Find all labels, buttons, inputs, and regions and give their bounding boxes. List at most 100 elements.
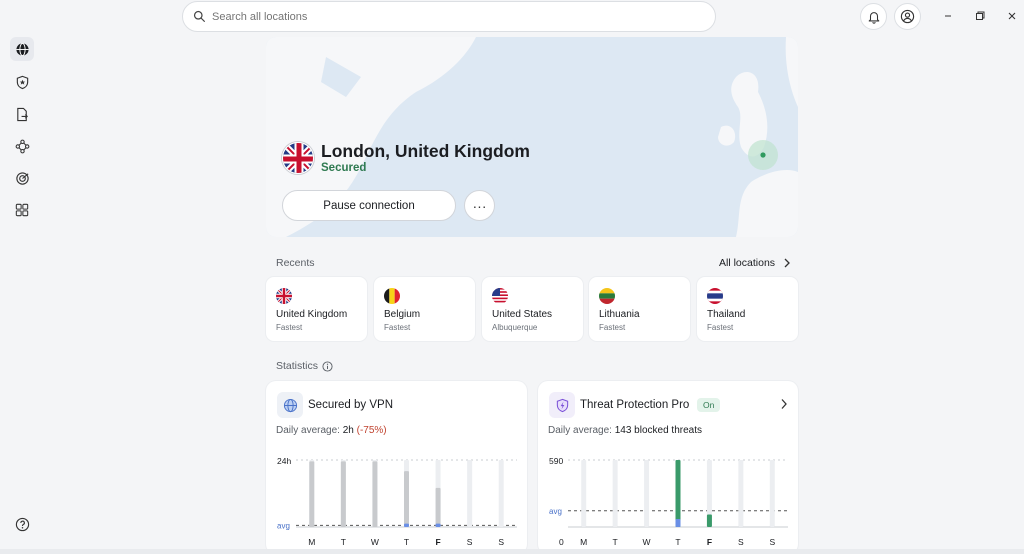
chart-avg-label: avg bbox=[277, 521, 290, 530]
bell-icon bbox=[868, 11, 879, 24]
chart-xtick-label: F bbox=[707, 537, 712, 547]
apps-grid-icon bbox=[15, 203, 29, 217]
chart-bar bbox=[467, 460, 473, 527]
minimize-button[interactable] bbox=[937, 6, 959, 26]
vpn-stats-card[interactable]: Secured by VPN Daily average: 2h (-75%) … bbox=[266, 381, 527, 554]
sidebar-item-dark-web-monitor[interactable] bbox=[10, 166, 34, 190]
chart-bar bbox=[404, 471, 409, 527]
threat-protection-card[interactable]: Threat Protection Pro On Daily average: … bbox=[538, 381, 798, 554]
chart-xtick-label: T bbox=[341, 537, 346, 547]
restore-icon bbox=[976, 11, 985, 20]
sidebar-item-threat-protection[interactable] bbox=[10, 70, 34, 94]
recent-location-server: Fastest bbox=[599, 323, 626, 332]
statistics-heading: Statistics bbox=[276, 360, 333, 372]
all-locations-link[interactable]: All locations bbox=[719, 257, 791, 269]
chart-xtick-label: S bbox=[769, 537, 775, 547]
search-bar[interactable] bbox=[182, 1, 716, 32]
recent-location-name: United Kingdom bbox=[276, 309, 348, 320]
notifications-button[interactable] bbox=[860, 3, 887, 30]
sidebar-item-locations[interactable] bbox=[10, 37, 34, 61]
sidebar-item-meshnet[interactable] bbox=[10, 134, 34, 158]
sidebar-item-apps[interactable] bbox=[10, 198, 34, 222]
help-button[interactable] bbox=[10, 512, 34, 536]
connected-location-title: London, United Kingdom bbox=[321, 141, 530, 161]
chart-bar bbox=[706, 514, 712, 527]
recent-location-name: Lithuania bbox=[599, 309, 640, 320]
chart-xtick-label: W bbox=[643, 537, 651, 547]
pause-connection-button[interactable]: Pause connection bbox=[282, 190, 456, 221]
meshnet-icon bbox=[15, 139, 29, 153]
usa-flag-icon bbox=[492, 288, 508, 304]
target-icon bbox=[15, 171, 29, 185]
file-transfer-icon bbox=[16, 107, 28, 121]
chart-bar bbox=[309, 461, 315, 527]
recent-location-name: United States bbox=[492, 309, 553, 320]
location-marker[interactable] bbox=[760, 152, 766, 158]
uk-flag-icon bbox=[276, 288, 292, 304]
recent-location-name: Thailand bbox=[707, 309, 746, 320]
chart-xtick-label: S bbox=[498, 537, 504, 547]
recent-location-card[interactable]: United States Albuquerque bbox=[482, 277, 583, 341]
chevron-right-icon bbox=[784, 258, 790, 268]
belgium-flag-icon bbox=[384, 288, 400, 304]
all-locations-label: All locations bbox=[719, 257, 776, 269]
threat-blocked-chart: 590 avg 0 M T W T F S S bbox=[549, 456, 788, 547]
recent-location-card[interactable]: Lithuania Fastest bbox=[589, 277, 690, 341]
chart-bar bbox=[372, 461, 378, 527]
recent-location-card[interactable]: United Kingdom Fastest bbox=[266, 277, 367, 341]
chart-ytick-top: 24h bbox=[277, 456, 291, 466]
chart-bar bbox=[498, 460, 504, 527]
chart-ytick-top: 590 bbox=[549, 456, 563, 466]
chart-bar bbox=[675, 460, 681, 527]
account-button[interactable] bbox=[894, 3, 921, 30]
chart-bar bbox=[769, 460, 775, 527]
chart-xtick-label: S bbox=[467, 537, 473, 547]
chart-xtick-label: M bbox=[580, 537, 587, 547]
chart-xtick-label: T bbox=[675, 537, 680, 547]
chart-xtick-label: S bbox=[738, 537, 744, 547]
globe-icon bbox=[15, 42, 29, 56]
uk-flag-icon bbox=[282, 142, 314, 174]
recent-location-server: Fastest bbox=[707, 323, 734, 332]
info-icon[interactable] bbox=[322, 360, 333, 372]
chart-xtick-label: T bbox=[613, 537, 618, 547]
minimize-icon bbox=[945, 15, 951, 17]
chart-bar bbox=[675, 519, 681, 527]
thailand-flag-icon bbox=[707, 288, 723, 304]
chart-bar bbox=[644, 460, 650, 527]
vpn-usage-chart: 24h avg M T W T F S S bbox=[277, 456, 517, 547]
chart-bar bbox=[435, 487, 441, 527]
recents-heading: Recents bbox=[276, 257, 315, 269]
recent-location-name: Belgium bbox=[384, 309, 421, 320]
restore-button[interactable] bbox=[969, 6, 991, 26]
taskbar-edge bbox=[0, 549, 1024, 554]
more-options-icon: ··· bbox=[472, 197, 487, 214]
more-options-button[interactable]: ··· bbox=[464, 190, 495, 221]
help-icon bbox=[15, 517, 29, 531]
chart-xtick-label: T bbox=[404, 537, 409, 547]
recent-location-card[interactable]: Belgium Fastest bbox=[374, 277, 475, 341]
shield-icon bbox=[16, 75, 28, 89]
chart-bar bbox=[404, 523, 409, 527]
chart-xtick-label: M bbox=[308, 537, 315, 547]
chart-ytick-bottom: 0 bbox=[559, 537, 564, 547]
close-button[interactable] bbox=[1001, 6, 1023, 26]
chart-bar bbox=[612, 460, 618, 527]
chart-bar bbox=[738, 460, 744, 527]
chart-bar bbox=[435, 523, 441, 527]
sidebar-item-file-sharing[interactable] bbox=[10, 102, 34, 126]
connection-status: Secured bbox=[321, 162, 367, 174]
recent-location-server: Fastest bbox=[276, 323, 303, 332]
chart-xtick-label: W bbox=[371, 537, 379, 547]
recent-location-server: Albuquerque bbox=[492, 323, 538, 332]
recent-location-card[interactable]: Thailand Fastest bbox=[697, 277, 798, 341]
user-icon bbox=[900, 9, 915, 24]
chart-bar bbox=[581, 460, 587, 527]
lithuania-flag-icon bbox=[599, 288, 615, 304]
search-input[interactable] bbox=[212, 10, 692, 23]
recent-location-server: Fastest bbox=[384, 323, 411, 332]
chart-avg-label: avg bbox=[549, 507, 562, 516]
search-icon bbox=[193, 10, 205, 22]
chart-xtick-label: F bbox=[435, 537, 440, 547]
close-icon bbox=[1008, 12, 1016, 20]
